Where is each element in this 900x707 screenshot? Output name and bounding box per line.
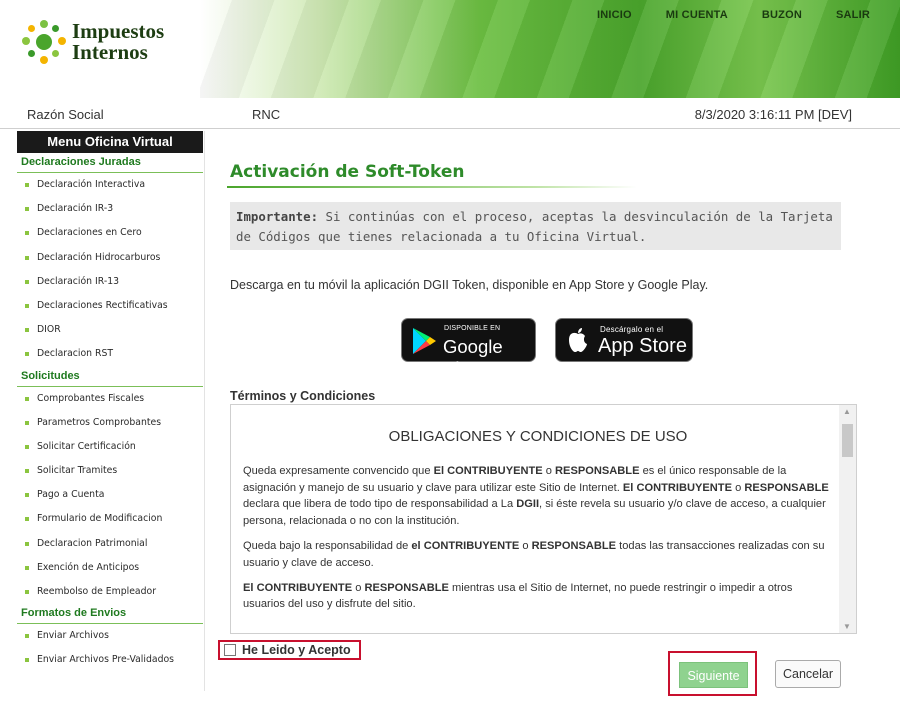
terms-bold-text: el CONTRIBUYENTE <box>411 539 520 552</box>
info-bar: Razón Social RNC 8/3/2020 3:16:11 PM [DE… <box>0 98 900 129</box>
page-title: Activación de Soft-Token <box>230 162 465 182</box>
sidebar-item-declaracion-hidrocarburos[interactable]: Declaración Hidrocarburos <box>17 246 203 270</box>
sidebar-item-enviar-archivos-pre-validados[interactable]: Enviar Archivos Pre-Validados <box>17 648 203 672</box>
sidebar-item-solicitar-tramites[interactable]: Solicitar Tramites <box>17 459 203 483</box>
apple-icon <box>569 328 587 352</box>
scroll-down-icon[interactable]: ▼ <box>843 622 851 631</box>
scroll-thumb[interactable] <box>842 424 853 457</box>
accept-label: He Leido y Acepto <box>242 643 351 657</box>
sidebar-item-declaraciones-en-cero[interactable]: Declaraciones en Cero <box>17 221 203 245</box>
sidebar-item-declaraciones-rectificativas[interactable]: Declaraciones Rectificativas <box>17 294 203 318</box>
google-play-big-text: Google Play <box>443 336 503 379</box>
important-notice: Importante: Si continúas con el proceso,… <box>230 202 841 250</box>
menu-title: Menu Oficina Virtual <box>17 131 203 153</box>
app-store-big-text: App Store <box>598 335 687 357</box>
terms-bold-text: El CONTRIBUYENTE <box>622 481 732 494</box>
sidebar-item-dior[interactable]: DIOR <box>17 318 203 342</box>
terms-bold-text: RESPONSABLE <box>744 481 829 494</box>
sidebar-item-declaracion-ir13[interactable]: Declaración IR-13 <box>17 270 203 294</box>
terms-content: OBLIGACIONES Y CONDICIONES DE USO Queda … <box>243 405 833 621</box>
terms-text: o <box>352 581 365 594</box>
nav-mi-cuenta[interactable]: MI CUENTA <box>666 9 728 21</box>
logo-line-2: Internos <box>72 40 148 64</box>
terms-label: Términos y Condiciones <box>230 389 376 403</box>
terms-bold-text: RESPONSABLE <box>555 464 640 477</box>
sidebar-item-declaracion-rst[interactable]: Declaracion RST <box>17 342 203 366</box>
logo[interactable]: Impuestos Internos <box>22 20 164 64</box>
notice-bold: Importante: <box>236 209 319 224</box>
sidebar-menu: Menu Oficina Virtual Declaraciones Jurad… <box>17 131 203 691</box>
accept-terms[interactable]: He Leido y Acepto <box>218 640 361 660</box>
terms-bold-text: RESPONSABLE <box>531 539 617 552</box>
terms-heading: OBLIGACIONES Y CONDICIONES DE USO <box>388 428 688 445</box>
terms-text: o <box>731 481 745 494</box>
terms-text: o <box>542 464 556 477</box>
section-formatos-envios: Formatos de Envios <box>17 604 203 625</box>
logo-text: Impuestos Internos <box>72 21 164 63</box>
logo-line-1: Impuestos <box>72 19 165 43</box>
nav-buzon[interactable]: BUZON <box>762 9 802 21</box>
terms-text: Queda bajo la responsabilidad de <box>243 539 412 552</box>
datetime-label: 8/3/2020 3:16:11 PM [DEV] <box>694 107 852 122</box>
main-content: Activación de Soft-Token Importante: Si … <box>204 131 881 696</box>
top-nav: INICIO MI CUENTA BUZON SALIR <box>597 9 870 21</box>
next-button-highlight: Siguiente <box>668 651 757 696</box>
logo-burst-icon <box>22 20 66 64</box>
terms-scrollbar[interactable]: ▲ ▼ <box>839 405 856 633</box>
cancel-button[interactable]: Cancelar <box>775 660 841 688</box>
google-play-button[interactable]: DISPONIBLE EN Google Play <box>401 318 536 379</box>
scroll-up-icon[interactable]: ▲ <box>843 407 851 416</box>
notice-text: Si continúas con el proceso, aceptas la … <box>236 209 833 244</box>
terms-text: Queda expresamente convencido que <box>243 464 434 477</box>
accept-checkbox[interactable] <box>224 644 236 656</box>
sidebar-item-reembolso-empleador[interactable]: Reembolso de Empleador <box>17 580 203 604</box>
sidebar-item-declaracion-interactiva[interactable]: Declaración Interactiva <box>17 173 203 197</box>
title-underline <box>227 186 637 188</box>
sidebar-item-pago-a-cuenta[interactable]: Pago a Cuenta <box>17 483 203 507</box>
nav-inicio[interactable]: INICIO <box>597 9 632 21</box>
sidebar-item-declaracion-patrimonial[interactable]: Declaracion Patrimonial <box>17 532 203 556</box>
terms-box[interactable]: OBLIGACIONES Y CONDICIONES DE USO Queda … <box>230 404 857 634</box>
rnc-label: RNC <box>252 107 281 122</box>
sidebar-item-exencion-anticipos[interactable]: Exención de Anticipos <box>17 556 203 580</box>
terms-bold-text: DGII <box>516 498 540 511</box>
razon-social-label: Razón Social <box>27 107 104 122</box>
terms-bold-text: RESPONSABLE <box>364 581 449 594</box>
sidebar-item-solicitar-certificacion[interactable]: Solicitar Certificación <box>17 435 203 459</box>
header-banner: Impuestos Internos INICIO MI CUENTA BUZO… <box>0 0 900 98</box>
section-declaraciones-juradas: Declaraciones Juradas <box>17 153 203 173</box>
app-store-small-text: Descárgalo en el <box>600 325 664 334</box>
app-store-button[interactable]: Descárgalo en el App Store <box>555 318 693 362</box>
sidebar-item-formulario-modificacion[interactable]: Formulario de Modificacion <box>17 507 203 531</box>
download-instructions: Descarga en tu móvil la aplicación DGII … <box>230 278 709 292</box>
next-button[interactable]: Siguiente <box>679 662 748 688</box>
terms-paragraph-1: Queda expresamente convencido que El CON… <box>243 463 833 530</box>
terms-bold-text: El CONTRIBUYENTE <box>433 464 543 477</box>
sidebar-item-declaracion-ir3[interactable]: Declaración IR-3 <box>17 197 203 221</box>
terms-bold-text: El CONTRIBUYENTE <box>243 581 353 594</box>
section-solicitudes: Solicitudes <box>17 367 203 387</box>
nav-salir[interactable]: SALIR <box>836 9 870 21</box>
sidebar-item-comprobantes-fiscales[interactable]: Comprobantes Fiscales <box>17 387 203 411</box>
sidebar-item-parametros-comprobantes[interactable]: Parametros Comprobantes <box>17 411 203 435</box>
terms-text: o <box>519 539 532 552</box>
google-play-icon <box>413 328 436 354</box>
terms-text: declara que libera de todo tipo de respo… <box>243 498 517 511</box>
terms-paragraph-3: El CONTRIBUYENTE o RESPONSABLE mientras … <box>243 580 833 614</box>
terms-paragraph-2: Queda bajo la responsabilidad de el CONT… <box>243 538 833 572</box>
sidebar-item-enviar-archivos[interactable]: Enviar Archivos <box>17 624 203 648</box>
google-play-small-text: DISPONIBLE EN <box>444 325 501 332</box>
